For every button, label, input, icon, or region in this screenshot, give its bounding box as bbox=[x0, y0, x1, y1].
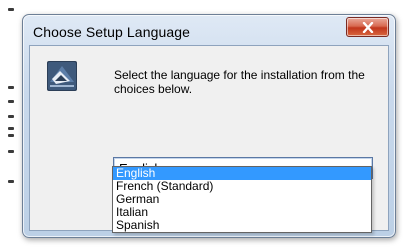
window-title: Choose Setup Language bbox=[33, 24, 191, 40]
language-option-german[interactable]: German bbox=[113, 193, 371, 206]
background-mark bbox=[8, 8, 14, 11]
installer-icon bbox=[47, 61, 77, 91]
language-dropdown-list[interactable]: English French (Standard) German Italian… bbox=[112, 166, 372, 233]
close-icon bbox=[362, 21, 373, 33]
background-document-edge bbox=[0, 0, 24, 248]
background-mark bbox=[8, 134, 14, 137]
background-mark bbox=[8, 150, 14, 153]
instruction-text: Select the language for the installation… bbox=[114, 68, 365, 96]
background-mark bbox=[8, 100, 14, 103]
title-bar[interactable]: Choose Setup Language bbox=[23, 15, 395, 45]
close-button[interactable] bbox=[346, 17, 389, 37]
background-mark bbox=[8, 115, 14, 118]
language-option-spanish[interactable]: Spanish bbox=[113, 219, 371, 232]
background-mark bbox=[8, 180, 14, 183]
background-mark bbox=[8, 127, 14, 130]
background-mark bbox=[8, 86, 14, 89]
